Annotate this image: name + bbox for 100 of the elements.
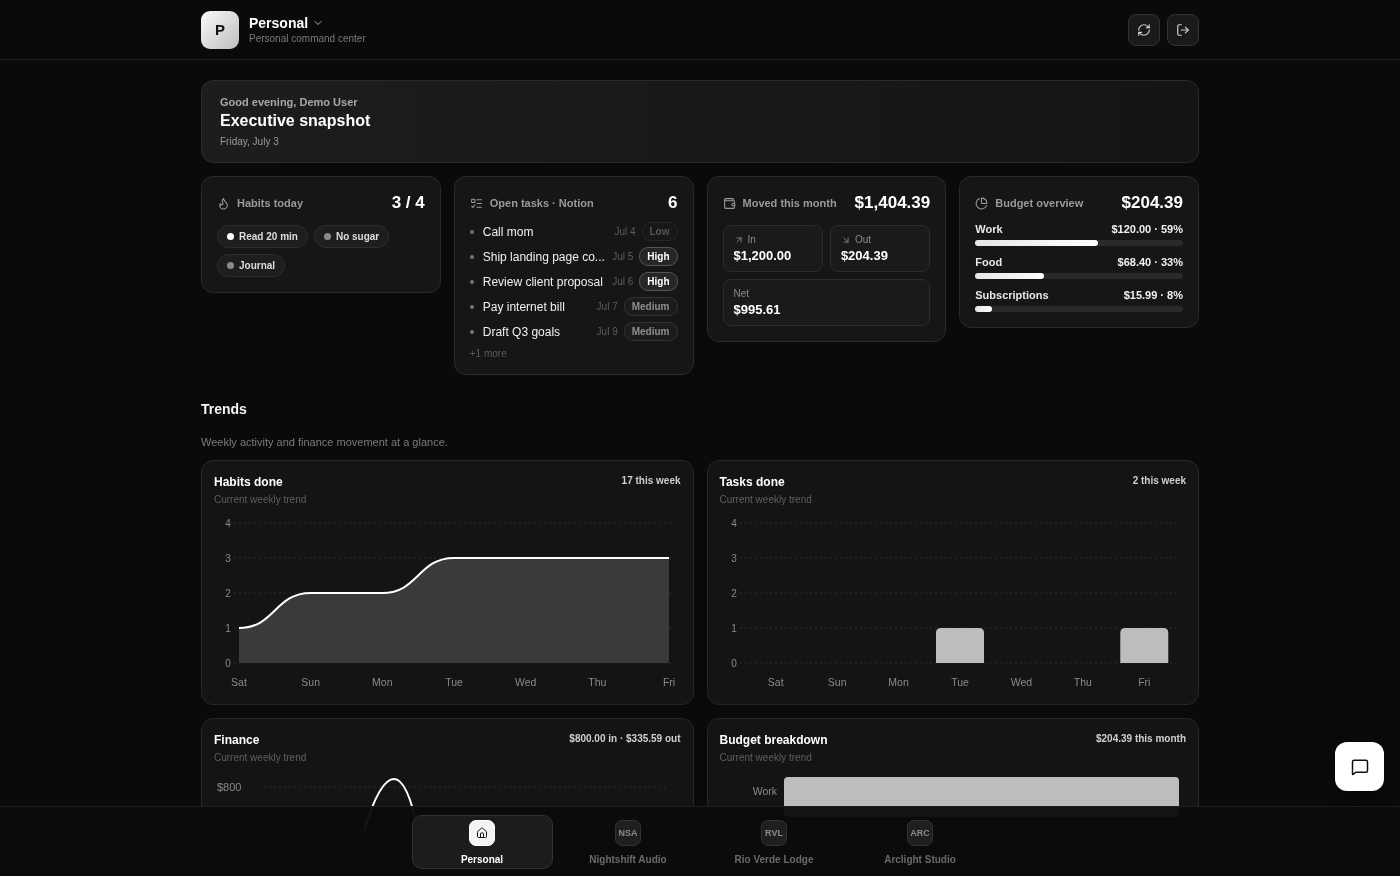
priority-badge: High [639, 247, 678, 266]
task-date: Jul 4 [614, 226, 636, 237]
card-title: Moved this month [742, 197, 838, 209]
workspace-subtitle: Personal command center [249, 33, 367, 44]
axis-tick-label: 4 [730, 518, 737, 529]
axis-category-label: Work [752, 785, 777, 797]
axis-category-label: Thu [1073, 676, 1092, 688]
bar [1119, 628, 1168, 663]
bullet-icon [469, 254, 474, 259]
task-date: Jul 9 [596, 326, 618, 337]
section-title: Trends [201, 401, 248, 417]
task-name[interactable]: Call mom [482, 224, 609, 239]
card-title: Open tasks · Notion [489, 197, 595, 209]
chart-title: Tasks done [719, 475, 785, 489]
budget-total: $204.39 [1121, 193, 1183, 213]
axis-category-label: Mon [372, 676, 393, 688]
budget-category: Work [975, 223, 1003, 235]
workspace-name: Nightshift Audio [589, 853, 667, 865]
workspace-logo[interactable]: P [201, 10, 239, 49]
arrow-down-right-icon [840, 234, 851, 245]
chart-subtitle: Current weekly trend [214, 752, 308, 763]
axis-category-label: Fri [662, 676, 676, 688]
habit-label: No sugar [335, 231, 380, 242]
chart-summary: $800.00 in · $335.59 out [569, 733, 681, 746]
workspace-name: Personal [460, 853, 504, 865]
budget-amount: $68.40 · 33% [1117, 256, 1183, 268]
hero-title: Executive snapshot [220, 112, 372, 130]
task-date: Jul 6 [612, 276, 634, 287]
habit-chip[interactable]: Journal [217, 254, 286, 277]
axis-category-label: Thu [588, 676, 607, 688]
axis-tick-label: 0 [730, 658, 737, 669]
habit-chip[interactable]: Read 20 min [217, 225, 308, 248]
tile-label: In [747, 234, 756, 245]
task-name[interactable]: Ship landing page co... [482, 249, 607, 264]
chat-button[interactable] [1335, 742, 1384, 791]
axis-tick-label: 2 [730, 588, 737, 599]
axis-category-label: Mon [887, 676, 909, 688]
axis-category-label: Tue [445, 676, 463, 688]
workspace-name: Rio Verde Lodge [734, 853, 814, 865]
task-date: Jul 7 [596, 301, 618, 312]
budget-amount: $120.00 · 59% [1111, 223, 1183, 235]
tile-label: Out [854, 234, 871, 245]
priority-badge: Low [641, 222, 678, 241]
checklist-icon [469, 196, 483, 210]
axis-category-label: Sun [827, 676, 846, 688]
axis-tick-label: 1 [225, 623, 231, 634]
axis-category-label: Wed [514, 676, 537, 688]
axis-category-label: Sat [231, 676, 247, 688]
logout-button[interactable] [1167, 13, 1199, 46]
tile-value: $995.61 [733, 302, 782, 317]
habit-label: Journal [239, 260, 276, 271]
bar [935, 628, 984, 663]
axis-tick-label: 3 [225, 553, 231, 564]
priority-badge: Medium [623, 297, 678, 316]
workspace-tab[interactable]: NSA Nightshift Audio [557, 815, 699, 869]
chart-subtitle: Current weekly trend [214, 494, 308, 505]
refresh-button[interactable] [1128, 13, 1160, 46]
habit-chip[interactable]: No sugar [313, 225, 390, 248]
priority-badge: High [639, 272, 678, 291]
workspace-initials: NSA [615, 819, 641, 846]
chart-summary: $204.39 this month [1095, 733, 1186, 746]
axis-category-label: Sat [767, 676, 784, 688]
card-title: Budget overview [995, 197, 1085, 209]
budget-amount: $15.99 · 8% [1123, 289, 1183, 301]
wallet-icon [722, 196, 736, 210]
axis-category-label: Sun [301, 676, 320, 688]
axis-tick-label: 0 [225, 658, 231, 669]
axis-category-label: Wed [1010, 676, 1032, 688]
axis-category-label: Fri [1137, 676, 1150, 688]
bullet-icon [469, 229, 474, 234]
priority-badge: Medium [623, 322, 678, 341]
card-title: Habits today [237, 197, 304, 209]
axis-category-label: Tue [950, 676, 969, 688]
refresh-icon [1137, 22, 1151, 37]
axis-tick-label: $800 [217, 781, 242, 793]
habit-label: Read 20 min [239, 231, 298, 242]
bullet-icon [469, 304, 474, 309]
workspace-tab[interactable]: Personal [411, 815, 553, 869]
chart-subtitle: Current weekly trend [719, 494, 813, 505]
axis-tick-label: 4 [225, 518, 231, 529]
bullet-icon [469, 279, 474, 284]
task-name[interactable]: Draft Q3 goals [482, 324, 591, 339]
chat-icon [1350, 757, 1369, 776]
chart-subtitle: Current weekly trend [719, 752, 813, 763]
workspace-initials: ARC [907, 819, 933, 846]
task-name[interactable]: Review client proposal [482, 274, 607, 289]
workspace-tab[interactable]: RVL Rio Verde Lodge [703, 815, 845, 869]
tile-value: $1,200.00 [733, 248, 793, 263]
logout-icon [1176, 22, 1190, 37]
greeting: Good evening, Demo User [220, 96, 359, 108]
task-name[interactable]: Pay internet bill [482, 299, 591, 314]
chart-title: Habits done [214, 475, 283, 489]
chart-title: Budget breakdown [719, 733, 828, 747]
workspace-tab[interactable]: ARC Arclight Studio [849, 815, 991, 869]
chart-title: Finance [214, 733, 260, 747]
axis-tick-label: 2 [225, 588, 231, 599]
workspace-switcher[interactable]: Personal [249, 15, 325, 31]
budget-category: Food [975, 256, 1003, 268]
workspace-initials: RVL [761, 819, 787, 846]
bullet-icon [469, 329, 474, 334]
